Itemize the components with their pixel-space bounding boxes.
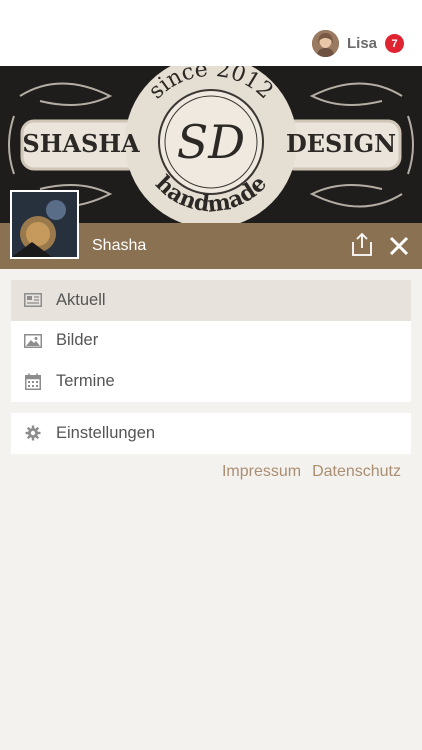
- main-menu: Aktuell Bilder Termine: [11, 280, 411, 402]
- banner-monogram: SD: [177, 115, 245, 169]
- menu-item-einstellungen[interactable]: Einstellungen: [11, 413, 411, 454]
- avatar[interactable]: [311, 30, 339, 57]
- close-button[interactable]: [389, 236, 409, 256]
- top-bar: Lisa 7: [0, 0, 422, 66]
- user-menu[interactable]: Lisa 7: [311, 30, 404, 57]
- menu-item-label: Einstellungen: [56, 423, 156, 442]
- close-icon: [389, 236, 409, 256]
- settings-menu: Einstellungen: [11, 413, 411, 454]
- menu-item-aktuell[interactable]: Aktuell: [11, 280, 411, 321]
- user-name[interactable]: Lisa: [347, 35, 377, 52]
- gear-icon: [24, 424, 42, 442]
- newspaper-icon: [24, 291, 42, 309]
- banner-right-text: DESIGN: [286, 129, 396, 158]
- menu-item-label: Aktuell: [56, 290, 106, 309]
- menu-item-label: Bilder: [56, 331, 99, 350]
- banner-left-text: SHASHA: [22, 129, 140, 158]
- profile-image[interactable]: [10, 190, 79, 259]
- impressum-link[interactable]: Impressum: [222, 463, 301, 481]
- share-button[interactable]: [351, 232, 373, 256]
- footer-links: Impressum Datenschutz: [211, 463, 401, 481]
- page-name: Shasha: [92, 237, 147, 254]
- datenschutz-link[interactable]: Datenschutz: [312, 463, 401, 481]
- share-icon: [352, 232, 372, 256]
- menu-item-bilder[interactable]: Bilder: [11, 321, 411, 362]
- calendar-icon: [24, 372, 42, 390]
- menu-item-label: Termine: [56, 371, 115, 390]
- image-icon: [24, 332, 42, 350]
- notification-badge[interactable]: 7: [385, 34, 404, 53]
- menu-item-termine[interactable]: Termine: [11, 361, 411, 402]
